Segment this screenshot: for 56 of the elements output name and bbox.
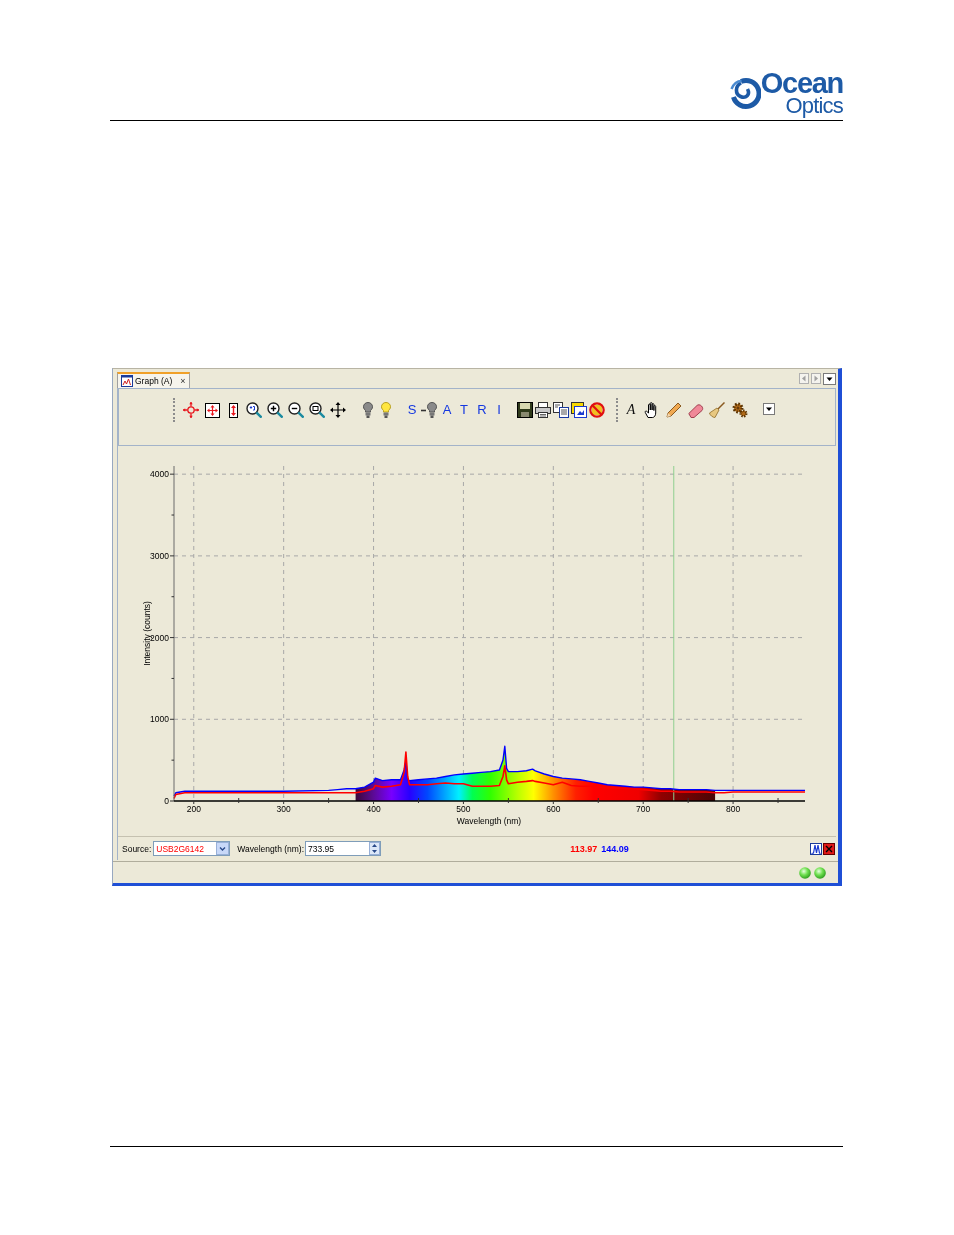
toolbar-letter-button[interactable]: A — [440, 401, 454, 419]
save-icon[interactable] — [517, 402, 533, 418]
move-arrows-icon[interactable] — [330, 402, 346, 418]
magnifier-icon[interactable] — [246, 402, 262, 418]
eraser-icon[interactable] — [688, 402, 704, 418]
text-tool-button[interactable]: A — [622, 401, 640, 419]
axis-tick-label: 400 — [366, 804, 381, 814]
zoom-fit-icon[interactable] — [309, 402, 325, 418]
peak-graph-icon[interactable] — [810, 842, 822, 855]
wavelength-spinner[interactable]: 733.95 — [305, 841, 382, 856]
spinner-arrows-icon[interactable] — [369, 842, 381, 855]
axis-tick-label: 3000 — [150, 550, 169, 561]
cursor-reading: 144.09 — [601, 843, 629, 854]
gears-icon[interactable] — [732, 402, 748, 418]
toolbar-letter-button[interactable]: T — [457, 401, 471, 419]
lit-bulb-icon[interactable] — [381, 402, 391, 418]
graph-icon — [121, 375, 133, 387]
minus-bulb-icon[interactable] — [421, 402, 437, 418]
axis-tick-label: 500 — [456, 804, 471, 814]
source-dropdown[interactable]: USB2G6142 — [153, 841, 231, 856]
no-symbol-icon[interactable] — [589, 402, 605, 418]
axis-tick-label: 700 — [636, 804, 651, 814]
printer-icon[interactable] — [535, 402, 551, 418]
axis-tick-label: 600 — [546, 804, 561, 814]
wavelength-label: Wavelength (nm): — [237, 843, 305, 854]
crosshair-icon[interactable] — [183, 402, 199, 418]
source-label: Source: — [122, 843, 152, 854]
axis-title: Wavelength (nm) — [456, 816, 522, 826]
tab[interactable]: Graph (A) × — [117, 372, 190, 388]
zoom-out-icon[interactable] — [288, 402, 304, 418]
status-light-icon — [799, 866, 811, 879]
close-icon[interactable] — [823, 842, 835, 855]
copy-icon[interactable] — [553, 402, 569, 418]
toolbar-letter-button[interactable]: R — [475, 401, 489, 419]
axis-tick-label: 2000 — [150, 632, 169, 643]
export-icon[interactable] — [571, 402, 587, 418]
axis-tick-label: 300 — [276, 804, 291, 814]
close-tab-button[interactable]: × — [174, 376, 186, 386]
broom-icon[interactable] — [709, 402, 725, 418]
axis-tick-label: 4000 — [150, 469, 169, 480]
cursor-line[interactable] — [673, 465, 675, 802]
axis-tick-label: 1000 — [150, 714, 169, 725]
axis-tick-label: 0 — [164, 796, 169, 806]
status-light-icon — [814, 866, 826, 879]
zoom-in-icon[interactable] — [267, 402, 283, 418]
axis-title: Intensity (counts) — [142, 601, 152, 666]
unlit-bulb-icon[interactable] — [363, 402, 373, 418]
axis-tick-label: 800 — [726, 804, 741, 814]
cursor-reading: 113.97 — [570, 843, 598, 854]
expand-box-icon[interactable] — [204, 402, 220, 418]
pencil-icon[interactable] — [666, 402, 682, 418]
logo-wordmark: Ocean — [760, 71, 843, 96]
vertical-expand-icon[interactable] — [228, 402, 238, 418]
toolbar-letter-button[interactable]: S — [405, 401, 419, 419]
toolbar-letter-button[interactable]: I — [492, 401, 506, 419]
axis-tick-label: 200 — [186, 804, 201, 814]
